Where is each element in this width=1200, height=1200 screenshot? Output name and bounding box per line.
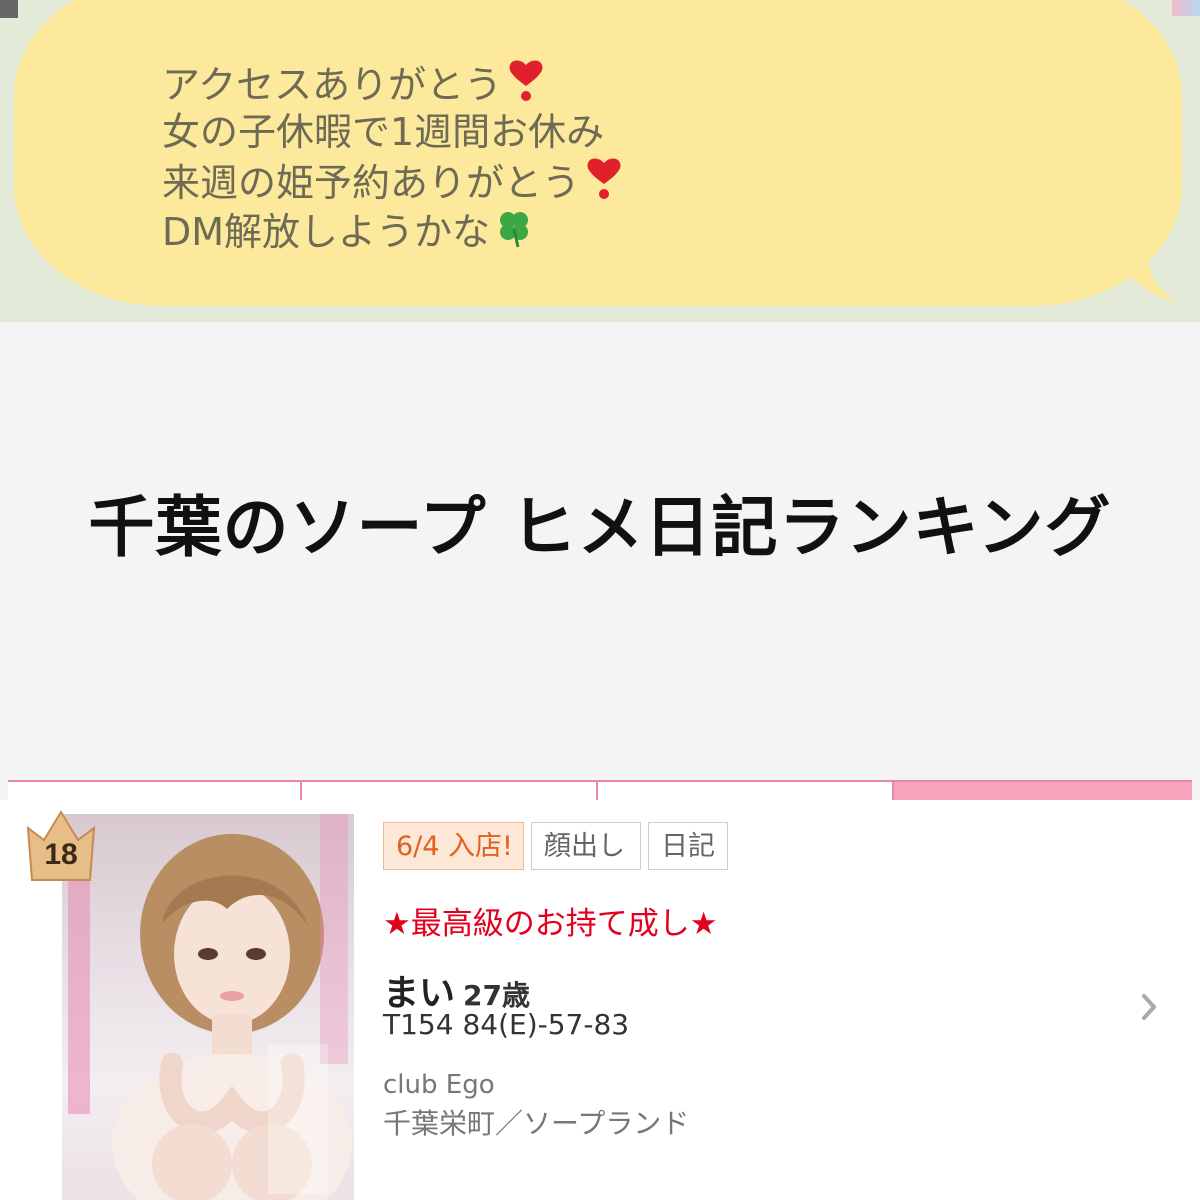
shop-area: 千葉栄町／ソープランド xyxy=(383,1107,690,1140)
ranking-card[interactable]: 18 6/4 入店! 顔出し 日記 ★最高級のお持て成し★ まい 27歳 T154… xyxy=(0,800,1200,1200)
tab-3[interactable] xyxy=(598,780,894,802)
chevron-right-icon[interactable] xyxy=(1138,990,1162,1024)
bubble-line-2-text: 女の子休暇で1週間お休み xyxy=(162,110,605,154)
tab-bar xyxy=(8,780,1192,802)
tab-1[interactable] xyxy=(8,780,302,802)
bubble-line-3-text: 来週の姫予約ありがとう xyxy=(162,161,581,205)
body-spec: T154 84(E)-57-83 xyxy=(383,1008,630,1041)
badge-new-entry: 6/4 入店! xyxy=(383,822,524,870)
catch-copy: ★最高級のお持て成し★ xyxy=(383,906,718,942)
tab-4[interactable] xyxy=(894,780,1192,802)
bubble-line-1-text: アクセスありがとう xyxy=(162,63,503,107)
corner-thumbnail xyxy=(1172,0,1200,16)
profile-photo[interactable] xyxy=(62,814,354,1200)
bubble-line-3: 来週の姫予約ありがとう xyxy=(162,156,624,207)
clover-icon xyxy=(500,212,529,248)
bubble-line-4-text: DM解放しようかな xyxy=(162,210,491,254)
bubble-tail xyxy=(1108,248,1178,302)
rank-number: 18 xyxy=(44,838,78,871)
shop-name[interactable]: club Ego xyxy=(383,1070,495,1100)
tab-2[interactable] xyxy=(302,780,598,802)
bubble-line-2: 女の子休暇で1週間お休み xyxy=(162,109,624,156)
portrait-illustration xyxy=(68,814,352,1200)
bubble-line-4: DM解放しようかな xyxy=(162,207,624,256)
badge-face-shown: 顔出し xyxy=(531,822,641,870)
rank-crown: 18 xyxy=(24,806,98,882)
badge-diary: 日記 xyxy=(648,822,728,870)
corner-square xyxy=(0,0,18,18)
message-area: アクセスありがとう 女の子休暇で1週間お休み 来週の姫予約ありがとう DM解放し… xyxy=(0,0,1200,322)
heart-exclamation-icon xyxy=(509,60,543,101)
page-title: 千葉のソープ ヒメ日記ランキング xyxy=(88,489,1112,566)
bubble-line-1: アクセスありがとう xyxy=(162,58,624,109)
heart-exclamation-icon xyxy=(587,158,621,199)
bubble-message: アクセスありがとう 女の子休暇で1週間お休み 来週の姫予約ありがとう DM解放し… xyxy=(162,58,624,256)
